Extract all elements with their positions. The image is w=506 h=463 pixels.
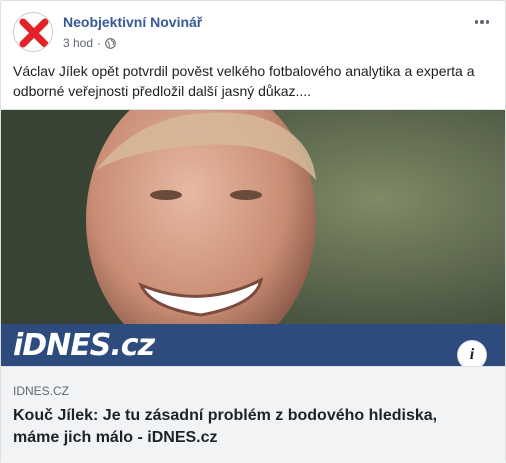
idnes-logo: iDNES.cz [13, 327, 155, 363]
info-icon: i [469, 346, 475, 363]
globe-icon[interactable] [105, 37, 116, 49]
page-name-link[interactable]: Neobjektivní Novinář [63, 14, 202, 30]
red-cross-logo-icon [15, 14, 52, 51]
post-timestamp[interactable]: 3 hod [63, 36, 93, 50]
link-details[interactable]: IDNES.CZ Kouč Jílek: Je tu zásadní probl… [1, 366, 505, 463]
idnes-logo-banner: iDNES.cz [1, 324, 505, 366]
post-meta: 3 hod · [63, 36, 116, 50]
more-options-icon [474, 20, 479, 24]
post-header: Neobjektivní Novinář 3 hod · [13, 12, 493, 52]
avatar[interactable] [13, 12, 53, 52]
post-text: Václav Jílek opět potvrdil pověst velkéh… [13, 63, 475, 99]
link-preview-image[interactable]: iDNES.cz [1, 110, 505, 366]
facebook-post: Neobjektivní Novinář 3 hod · Václav Jíle… [0, 0, 506, 463]
link-preview-card[interactable]: iDNES.cz i IDNES.CZ Kouč Jílek: Je tu zá… [1, 109, 505, 463]
link-title[interactable]: Kouč Jílek: Je tu zásadní problém z bodo… [13, 405, 483, 449]
link-domain: IDNES.CZ [13, 384, 70, 398]
more-options-button[interactable] [471, 14, 493, 30]
